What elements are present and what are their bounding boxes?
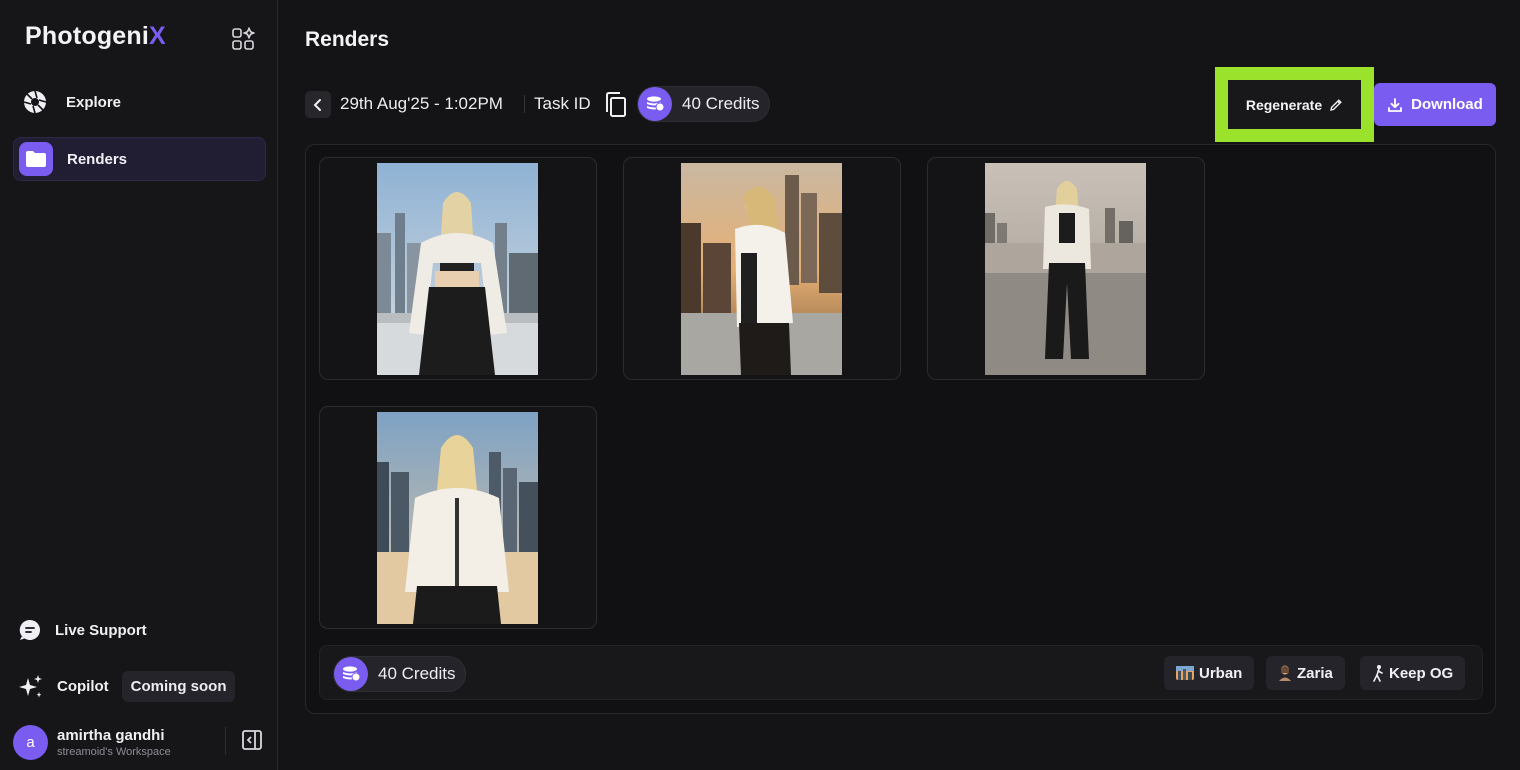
download-icon <box>1388 97 1403 112</box>
user-workspace: streamoid's Workspace <box>57 745 171 758</box>
sidebar-item-label: Renders <box>67 150 128 168</box>
credits-badge: 40 Credits <box>637 86 771 122</box>
urban-thumbnail-icon <box>1176 666 1194 680</box>
render-card[interactable] <box>927 157 1205 380</box>
tag-label: Keep OG <box>1389 664 1454 682</box>
user-profile[interactable]: a amirtha gandhi streamoid's Workspace <box>13 722 268 762</box>
renders-footer: 40 Credits Urban Zaria Keep OG <box>319 645 1483 700</box>
live-support-label: Live Support <box>55 621 147 639</box>
copilot-label: Copilot <box>57 678 109 695</box>
divider <box>524 95 525 113</box>
credits-label: 40 Credits <box>682 94 760 113</box>
regenerate-button[interactable]: Regenerate <box>1228 80 1361 129</box>
live-support-button[interactable]: Live Support <box>18 618 147 642</box>
render-card[interactable] <box>623 157 901 380</box>
sidebar-item-renders[interactable]: Renders <box>13 137 266 181</box>
download-button[interactable]: Download <box>1374 83 1496 126</box>
render-image[interactable] <box>377 163 538 375</box>
sparkle-icon <box>19 674 42 697</box>
tag-zaria[interactable]: Zaria <box>1266 656 1345 690</box>
render-card[interactable] <box>319 157 597 380</box>
sidebar-item-explore[interactable]: Explore <box>13 80 266 124</box>
pose-figure-icon <box>1373 665 1383 682</box>
back-button[interactable] <box>305 91 331 118</box>
page-title: Renders <box>305 28 390 51</box>
copy-icon[interactable] <box>603 91 629 119</box>
collapse-sidebar-icon[interactable] <box>241 729 263 751</box>
user-name: amirtha gandhi <box>57 726 165 744</box>
task-id-label: Task ID <box>534 94 591 113</box>
avatar: a <box>13 724 48 760</box>
task-date: 29th Aug'25 - 1:02PM <box>340 94 503 113</box>
tag-urban[interactable]: Urban <box>1164 656 1255 690</box>
sidebar-item-label: Explore <box>66 93 122 111</box>
apps-grid-icon[interactable] <box>231 27 255 51</box>
copilot-button[interactable]: Copilot Coming soon <box>18 671 236 702</box>
render-image[interactable] <box>681 163 842 375</box>
credits-badge: 40 Credits <box>333 656 467 692</box>
render-image[interactable] <box>985 163 1146 375</box>
tag-label: Zaria <box>1297 664 1333 682</box>
coins-icon <box>334 657 368 691</box>
download-label: Download <box>1411 96 1483 113</box>
render-image[interactable] <box>377 412 538 624</box>
coming-soon-badge: Coming soon <box>121 671 236 702</box>
regenerate-label: Regenerate <box>1245 96 1323 113</box>
aperture-icon <box>18 85 52 119</box>
tag-keep-og[interactable]: Keep OG <box>1360 656 1466 690</box>
folder-icon <box>19 142 53 176</box>
credits-label: 40 Credits <box>378 664 456 683</box>
sidebar: PhotogeniX Explore Renders Live Support … <box>0 0 278 770</box>
coins-icon <box>638 87 672 121</box>
logo[interactable]: PhotogeniX <box>25 22 166 51</box>
pencil-icon <box>1330 98 1342 111</box>
model-avatar-icon <box>1279 665 1291 681</box>
chevron-left-icon <box>313 98 321 111</box>
tag-label: Urban <box>1199 664 1243 682</box>
renders-panel: 40 Credits Urban Zaria Keep OG <box>305 144 1496 714</box>
render-card[interactable] <box>319 406 597 629</box>
divider <box>225 727 226 755</box>
chat-bubble-icon <box>19 619 40 640</box>
